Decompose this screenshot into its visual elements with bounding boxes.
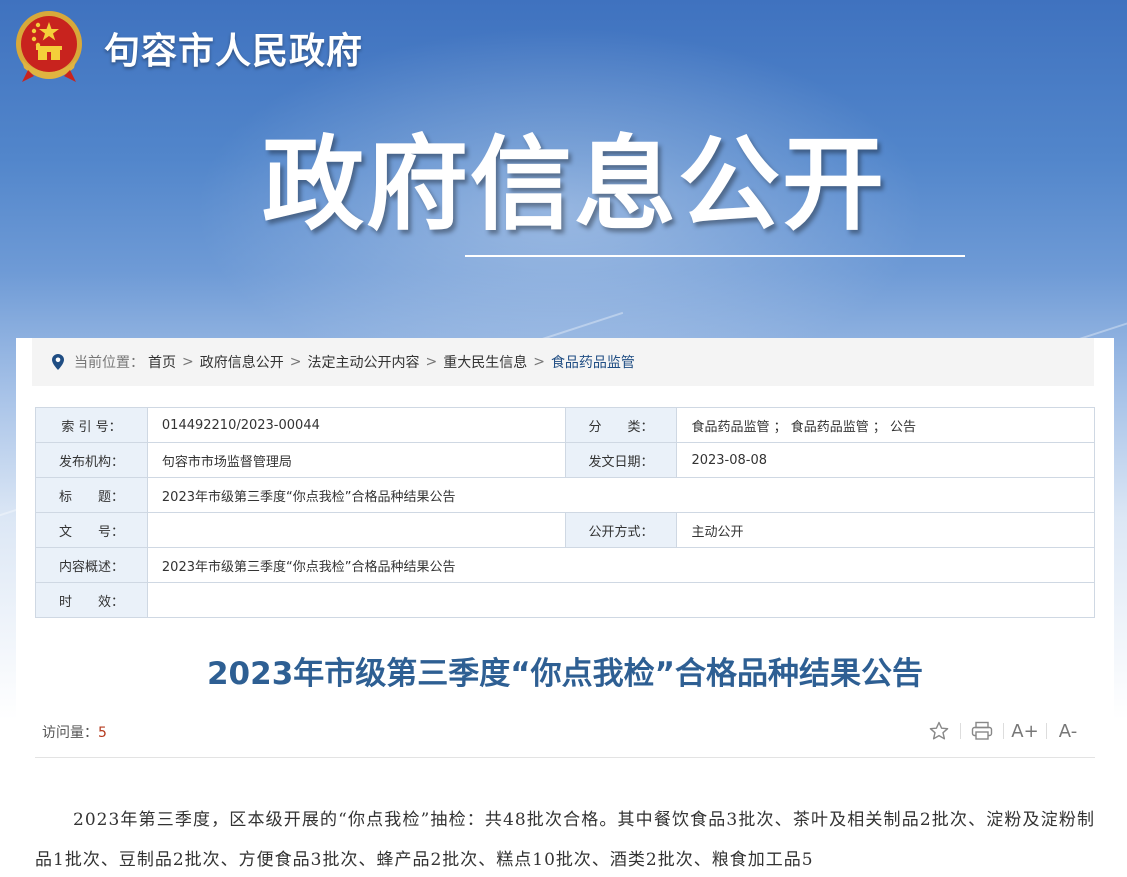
visit-count-label: 访问量： <box>42 725 98 741</box>
index-number-label: 索 引 号： <box>35 407 148 443</box>
font-decrease-button[interactable]: A- <box>1055 718 1081 744</box>
article-toolbar: 访问量：5 A+ A- <box>35 714 1095 758</box>
document-number-value <box>146 512 566 548</box>
breadcrumb-separator: > <box>425 354 438 370</box>
disclosure-method-value: 主动公开 <box>676 512 1095 548</box>
section-title: 政府信息公开 <box>262 126 886 245</box>
table-row: 索 引 号： 014492210/2023-00044 分 类： 食品药品监管 … <box>35 407 1095 443</box>
publisher-label: 发布机构： <box>35 442 148 478</box>
issue-date-value: 2023-08-08 <box>676 442 1095 478</box>
breadcrumb-separator: > <box>182 354 194 370</box>
validity-value <box>146 582 1096 618</box>
summary-label: 内容概述： <box>35 547 148 583</box>
breadcrumb-food-drug[interactable]: 食品药品监管 <box>551 352 635 372</box>
print-button[interactable] <box>969 718 995 744</box>
visit-count-value: 5 <box>98 725 107 741</box>
font-increase-button[interactable]: A+ <box>1011 718 1038 744</box>
toolbar-divider <box>1003 723 1004 739</box>
printer-icon <box>971 721 993 740</box>
breadcrumb-info-disclosure[interactable]: 政府信息公开 <box>200 352 284 372</box>
table-row: 文 号： 公开方式： 主动公开 <box>35 512 1095 548</box>
document-metadata-table: 索 引 号： 014492210/2023-00044 分 类： 食品药品监管 … <box>35 407 1096 618</box>
table-row: 标 题： 2023年市级第三季度“你点我检”合格品种结果公告 <box>35 477 1096 513</box>
table-row: 时 效： <box>35 582 1096 618</box>
visit-count: 访问量：5 <box>42 722 107 742</box>
breadcrumb: 当前位置： 首页 > 政府信息公开 > 法定主动公开内容 > 重大民生信息 > … <box>32 338 1094 386</box>
table-row: 内容概述： 2023年市级第三季度“你点我检”合格品种结果公告 <box>35 547 1096 583</box>
favorite-button[interactable] <box>926 718 952 744</box>
summary-value: 2023年市级第三季度“你点我检”合格品种结果公告 <box>146 547 1096 583</box>
toolbar-divider <box>960 723 961 739</box>
breadcrumb-home[interactable]: 首页 <box>148 352 176 372</box>
content-panel: 当前位置： 首页 > 政府信息公开 > 法定主动公开内容 > 重大民生信息 > … <box>16 338 1114 877</box>
title-label: 标 题： <box>35 477 148 513</box>
star-icon <box>929 721 949 740</box>
national-emblem-icon <box>16 11 82 82</box>
site-name[interactable]: 句容市人民政府 <box>104 22 363 74</box>
publisher-value: 句容市市场监督管理局 <box>146 442 566 478</box>
article-title: 2023年市级第三季度“你点我检”合格品种结果公告 <box>206 656 924 692</box>
title-value: 2023年市级第三季度“你点我检”合格品种结果公告 <box>146 477 1096 513</box>
breadcrumb-separator: > <box>533 354 545 370</box>
location-pin-icon <box>52 354 64 370</box>
index-number-value: 014492210/2023-00044 <box>146 407 566 443</box>
article-tools: A+ A- <box>926 718 1081 744</box>
document-number-label: 文 号： <box>35 512 148 548</box>
title-underline <box>465 255 965 257</box>
table-row: 发布机构： 句容市市场监督管理局 发文日期： 2023-08-08 <box>35 442 1095 478</box>
article-body: 2023年第三季度，区本级开展的“你点我检”抽检：共48批次合格。其中餐饮食品3… <box>35 810 1095 870</box>
category-label: 分 类： <box>564 407 678 443</box>
breadcrumb-label: 当前位置： <box>74 355 144 371</box>
toolbar-divider <box>1046 723 1047 739</box>
category-value: 食品药品监管 ； 食品药品监管 ； 公告 <box>676 407 1095 443</box>
breadcrumb-statutory-content[interactable]: 法定主动公开内容 <box>307 352 419 372</box>
breadcrumb-separator: > <box>289 354 302 370</box>
issue-date-label: 发文日期： <box>564 442 678 478</box>
breadcrumb-livelihood-info[interactable]: 重大民生信息 <box>443 352 527 372</box>
validity-label: 时 效： <box>35 582 148 618</box>
disclosure-method-label: 公开方式： <box>564 512 678 548</box>
